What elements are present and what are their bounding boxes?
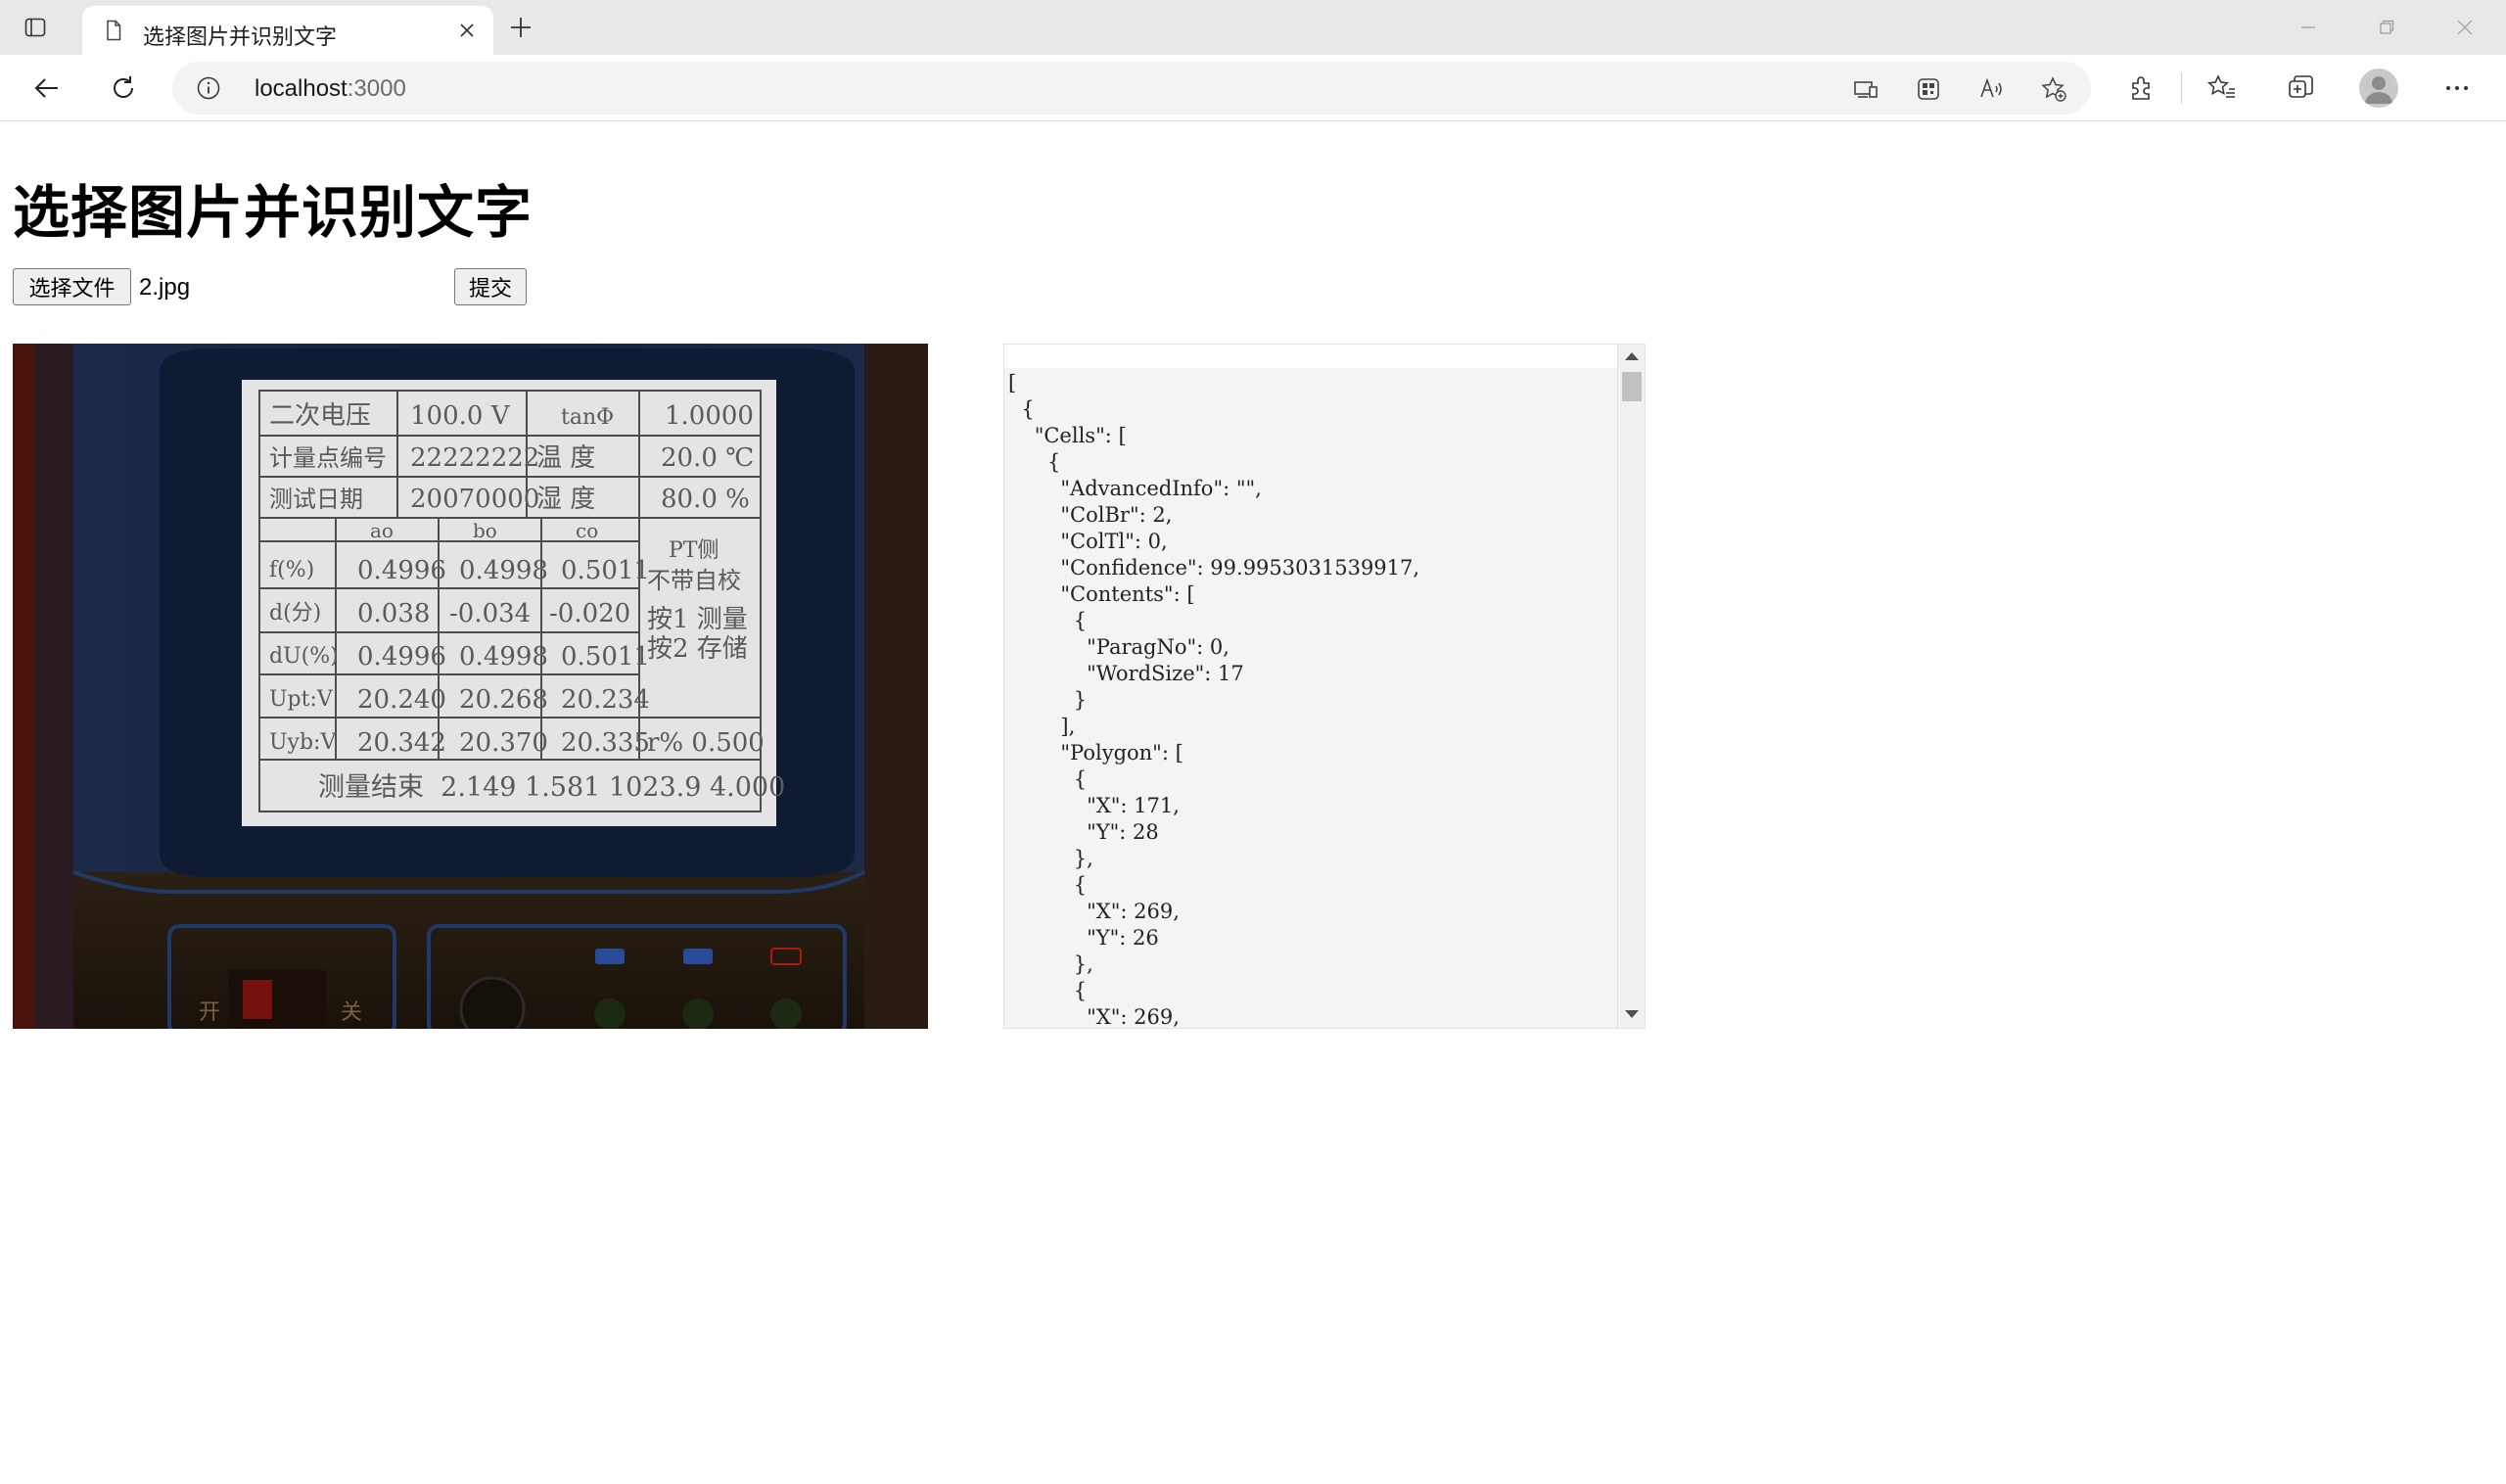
lcd-value: 20.240 — [357, 685, 446, 715]
choose-file-button[interactable]: 选择文件 — [13, 268, 131, 305]
lcd-value: 0.5011 — [561, 556, 650, 585]
lcd-value: -0.020 — [549, 599, 630, 628]
lcd-value: 0.4998 — [459, 556, 548, 585]
lcd-value: 20.335 — [561, 728, 650, 758]
toolbar-separator — [2181, 72, 2182, 104]
lcd-side-label: PT侧 — [669, 538, 719, 563]
scroll-thumb[interactable] — [1622, 372, 1642, 401]
qr-code-icon[interactable] — [1913, 73, 1944, 105]
browser-tab[interactable]: 选择图片并识别文字 — [82, 6, 493, 55]
lcd-header: co — [576, 519, 598, 542]
tab-actions-icon[interactable] — [22, 14, 49, 41]
lcd-value: 20.268 — [459, 685, 548, 715]
new-tab-icon[interactable] — [505, 12, 536, 43]
lcd-row-label: d(分) — [269, 601, 321, 626]
lcd-row-label: f(%) — [269, 558, 314, 582]
page-title: 选择图片并识别文字 — [13, 179, 534, 246]
scroll-down-icon[interactable] — [1625, 1010, 1639, 1018]
lcd-r-value: r% 0.500 — [647, 728, 765, 758]
lcd-key-hint: 按1 测量 — [647, 605, 748, 634]
lcd-cell: 测试日期 — [269, 486, 363, 513]
lcd-cell: tanΦ — [561, 405, 614, 430]
lcd-value: 20.342 — [357, 728, 446, 758]
lcd-side-note: 不带自校 — [647, 567, 741, 594]
lcd-cell: 22222222 — [410, 443, 539, 473]
lcd-value: -0.034 — [449, 599, 531, 628]
more-options-icon[interactable] — [2437, 69, 2477, 108]
tab-bar: 选择图片并识别文字 — [0, 0, 2506, 55]
lcd-value: 20.234 — [561, 685, 650, 715]
profile-avatar[interactable] — [2359, 69, 2398, 108]
lcd-cell: 二次电压 — [269, 401, 371, 431]
uploaded-image-preview: 开 关 二次电压 100.0 V tanΦ 1.0000 计量点编号 22222… — [13, 344, 928, 1029]
ocr-result-textarea[interactable]: [ { "Cells": [ { "AdvancedInfo": "", "Co… — [1003, 344, 1646, 1029]
collections-icon[interactable] — [2281, 69, 2320, 108]
refresh-icon[interactable] — [104, 69, 143, 108]
textarea-scrollbar[interactable] — [1617, 345, 1645, 1028]
lcd-key-hint: 按2 存储 — [647, 634, 748, 664]
lcd-value: 0.4998 — [459, 642, 548, 672]
lcd-cell: 1.0000 — [665, 401, 754, 431]
lcd-value: 0.4996 — [357, 556, 446, 585]
browser-toolbar: localhost:3000 — [0, 55, 2506, 121]
lcd-header: ao — [370, 519, 394, 542]
url-text: localhost:3000 — [255, 75, 406, 103]
extensions-icon[interactable] — [2122, 69, 2161, 108]
lcd-cell: 20070000 — [410, 485, 539, 514]
scroll-up-icon[interactable] — [1625, 352, 1639, 360]
add-favorite-icon[interactable] — [2038, 73, 2069, 105]
lcd-cell: 温 度 — [536, 443, 595, 473]
lcd-value: 0.5011 — [561, 642, 650, 672]
lcd-value: 0.4996 — [357, 642, 446, 672]
url-host: localhost — [255, 75, 348, 102]
ocr-result-json: [ { "Cells": [ { "AdvancedInfo": "", "Co… — [1008, 371, 1420, 1029]
lcd-cell: 100.0 V — [410, 401, 511, 431]
lcd-row-label: dU(%) — [269, 644, 339, 669]
textarea-top-gap — [1004, 345, 1619, 368]
lcd-value: 20.370 — [459, 728, 548, 758]
favorites-icon[interactable] — [2203, 69, 2242, 108]
url-port: :3000 — [347, 75, 406, 102]
minimize-icon[interactable] — [2289, 10, 2328, 45]
page-content: 选择图片并识别文字 选择文件 2.jpg 提交 开 关 二次电压 100.0 V… — [0, 121, 2506, 1484]
restore-icon[interactable] — [2367, 10, 2406, 45]
tab-title: 选择图片并识别文字 — [143, 24, 338, 49]
site-info-icon[interactable] — [196, 75, 221, 101]
lcd-cell: 80.0 % — [661, 485, 750, 514]
back-icon[interactable] — [27, 69, 67, 108]
lcd-row-label: Upt:V — [269, 687, 334, 712]
submit-button[interactable]: 提交 — [454, 268, 527, 305]
lcd-value: 0.038 — [357, 599, 430, 628]
close-tab-icon[interactable] — [454, 18, 480, 43]
read-aloud-icon[interactable] — [1975, 73, 2007, 105]
lcd-footer: 测量结束 2.149 1.581 1023.9 4.000 — [318, 772, 785, 803]
app-available-icon[interactable] — [1850, 73, 1881, 105]
close-window-icon[interactable] — [2445, 10, 2484, 45]
switch-on-text: 开 — [199, 1000, 220, 1025]
lcd-cell: 湿 度 — [536, 485, 595, 514]
switch-off-text: 关 — [341, 1000, 362, 1025]
lcd-cell: 20.0 ℃ — [661, 443, 754, 473]
lcd-cell: 计量点编号 — [269, 444, 387, 472]
lcd-header: bo — [473, 519, 497, 542]
lcd-row-label: Uyb:V — [269, 730, 337, 755]
page-icon — [102, 19, 125, 42]
address-bar[interactable]: localhost:3000 — [172, 62, 2091, 115]
selected-file-name: 2.jpg — [139, 274, 191, 301]
